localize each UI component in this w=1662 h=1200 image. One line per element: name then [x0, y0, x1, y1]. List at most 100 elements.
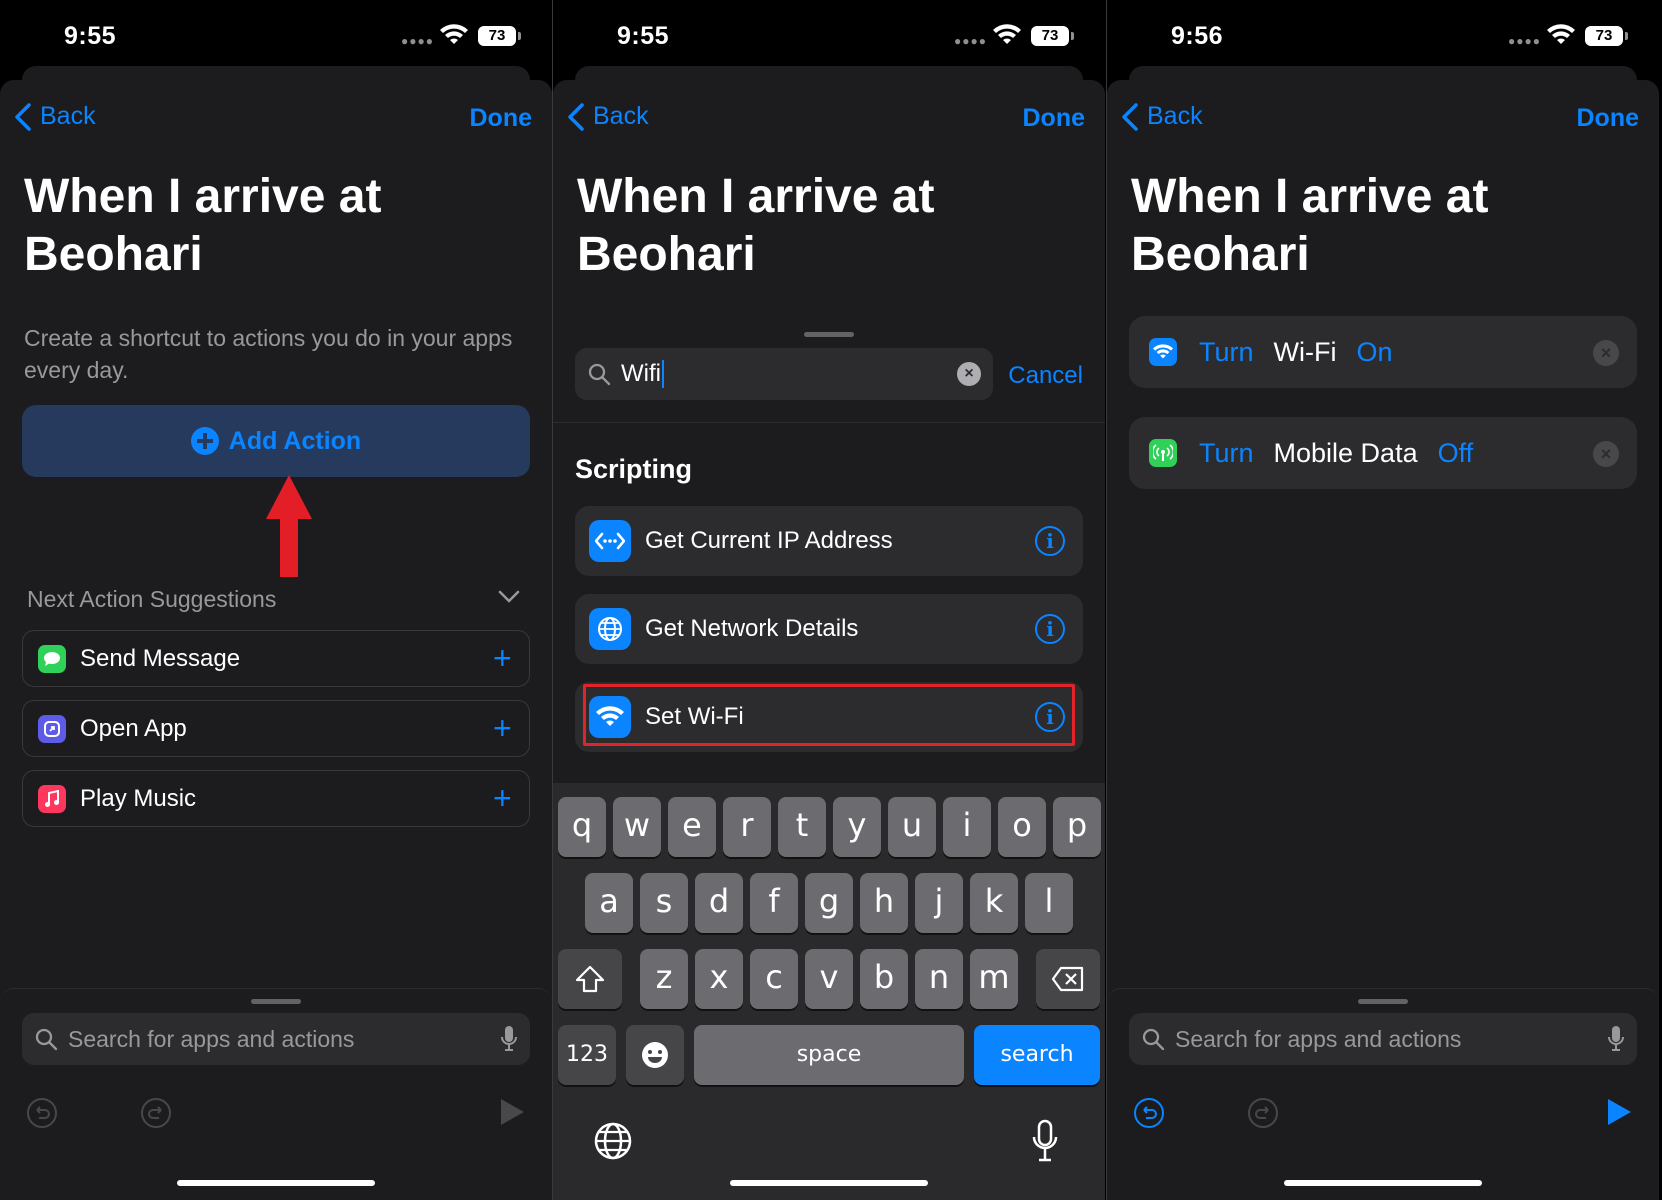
key[interactable]: b	[860, 949, 908, 1009]
redo-icon[interactable]	[140, 1097, 172, 1129]
messages-icon	[38, 644, 66, 673]
key[interactable]: v	[805, 949, 853, 1009]
key[interactable]: c	[750, 949, 798, 1009]
action-turn-wifi[interactable]: Turn Wi-Fi On ×	[1129, 316, 1637, 388]
sheet-grabber[interactable]	[804, 332, 854, 337]
clear-text-icon[interactable]: ×	[957, 362, 981, 386]
key[interactable]: t	[778, 797, 826, 857]
key[interactable]: a	[585, 873, 633, 933]
numbers-key[interactable]: 123	[558, 1025, 616, 1085]
done-button[interactable]: Done	[1023, 104, 1086, 133]
signal-dots-icon: ●●●●	[1508, 34, 1541, 48]
action-turn-mobile-data[interactable]: Turn Mobile Data Off ×	[1129, 417, 1637, 489]
key[interactable]: x	[695, 949, 743, 1009]
result-label: Get Network Details	[645, 615, 859, 642]
key[interactable]: p	[1053, 797, 1101, 857]
back-button[interactable]: Back	[1119, 102, 1203, 131]
action-state-parameter[interactable]: Off	[1438, 438, 1474, 469]
info-icon[interactable]: i	[1035, 526, 1065, 556]
remove-action-icon[interactable]: ×	[1593, 340, 1619, 366]
action-state-parameter[interactable]: On	[1356, 337, 1392, 368]
status-bar: 9:56 ●●●● 73	[1107, 0, 1659, 72]
backspace-icon	[1051, 966, 1084, 992]
emoji-key[interactable]	[626, 1025, 684, 1085]
key[interactable]: z	[640, 949, 688, 1009]
key[interactable]: y	[833, 797, 881, 857]
suggestion-send-message[interactable]: Send Message +	[22, 630, 530, 687]
key[interactable]: i	[943, 797, 991, 857]
remove-action-icon[interactable]: ×	[1593, 441, 1619, 467]
globe-keyboard-icon[interactable]	[593, 1121, 633, 1161]
wifi-status-icon	[993, 24, 1021, 44]
key[interactable]: m	[970, 949, 1018, 1009]
back-button[interactable]: Back	[12, 102, 96, 131]
done-button[interactable]: Done	[470, 104, 533, 133]
suggestion-label: Play Music	[80, 784, 197, 812]
search-icon	[588, 363, 611, 386]
key[interactable]: d	[695, 873, 743, 933]
editor-toolbar	[1107, 1089, 1659, 1149]
search-input[interactable]: Search for apps and actions	[22, 1013, 530, 1065]
key[interactable]: l	[1025, 873, 1073, 933]
key[interactable]: g	[805, 873, 853, 933]
key[interactable]: o	[998, 797, 1046, 857]
cancel-button[interactable]: Cancel	[1008, 362, 1083, 390]
play-icon[interactable]	[1605, 1097, 1633, 1127]
info-icon[interactable]: i	[1035, 702, 1065, 732]
status-bar: 9:55 ●●●● 73	[553, 0, 1105, 72]
action-target: Mobile Data	[1273, 437, 1418, 468]
back-button[interactable]: Back	[565, 102, 649, 131]
key[interactable]: r	[723, 797, 771, 857]
suggestion-open-app[interactable]: Open App +	[22, 700, 530, 757]
suggestion-play-music[interactable]: Play Music +	[22, 770, 530, 827]
action-verb-parameter[interactable]: Turn	[1199, 337, 1254, 368]
sheet-grabber[interactable]	[251, 999, 301, 1004]
key[interactable]: u	[888, 797, 936, 857]
microphone-icon[interactable]	[500, 1025, 518, 1053]
microphone-icon[interactable]	[1607, 1025, 1625, 1053]
key[interactable]: w	[613, 797, 661, 857]
action-verb-parameter[interactable]: Turn	[1199, 438, 1254, 469]
result-label: Set Wi-Fi	[645, 703, 744, 730]
key[interactable]: s	[640, 873, 688, 933]
key[interactable]: n	[915, 949, 963, 1009]
search-input[interactable]: Search for apps and actions	[1129, 1013, 1637, 1065]
sheet-grabber[interactable]	[1358, 999, 1408, 1004]
emoji-icon	[642, 1042, 668, 1068]
next-action-suggestions-header[interactable]: Next Action Suggestions	[27, 586, 530, 613]
home-indicator[interactable]	[1284, 1180, 1482, 1186]
wifi-status-icon	[1547, 24, 1575, 44]
redo-icon[interactable]	[1247, 1097, 1279, 1129]
shift-icon	[575, 965, 605, 993]
key[interactable]: h	[860, 873, 908, 933]
shift-key[interactable]	[558, 949, 622, 1009]
dictation-microphone-icon[interactable]	[1031, 1119, 1059, 1163]
result-get-current-ip-address[interactable]: Get Current IP Address i	[575, 506, 1083, 576]
backspace-key[interactable]	[1036, 949, 1100, 1009]
key[interactable]: j	[915, 873, 963, 933]
search-key[interactable]: search	[974, 1025, 1100, 1085]
keyboard-row-3: z x c v b n m	[553, 949, 1105, 1009]
cellular-icon	[1149, 439, 1177, 467]
add-action-button[interactable]: Add Action	[22, 405, 530, 477]
done-button[interactable]: Done	[1577, 104, 1640, 133]
undo-icon[interactable]	[26, 1097, 58, 1129]
plus-icon[interactable]: +	[493, 782, 515, 814]
play-icon[interactable]	[498, 1097, 526, 1127]
red-arrow-annotation-icon	[266, 475, 312, 577]
key[interactable]: q	[558, 797, 606, 857]
undo-icon[interactable]	[1133, 1097, 1165, 1129]
plus-icon[interactable]: +	[493, 642, 515, 674]
search-input[interactable]: Wifi ×	[575, 348, 993, 400]
key[interactable]: k	[970, 873, 1018, 933]
chevron-down-icon	[498, 590, 520, 603]
home-indicator[interactable]	[177, 1180, 375, 1186]
info-icon[interactable]: i	[1035, 614, 1065, 644]
result-set-wifi[interactable]: Set Wi-Fi i	[575, 682, 1083, 752]
key[interactable]: e	[668, 797, 716, 857]
space-key[interactable]: space	[694, 1025, 964, 1085]
result-get-network-details[interactable]: Get Network Details i	[575, 594, 1083, 664]
key[interactable]: f	[750, 873, 798, 933]
plus-icon[interactable]: +	[493, 712, 515, 744]
home-indicator[interactable]	[730, 1180, 928, 1186]
